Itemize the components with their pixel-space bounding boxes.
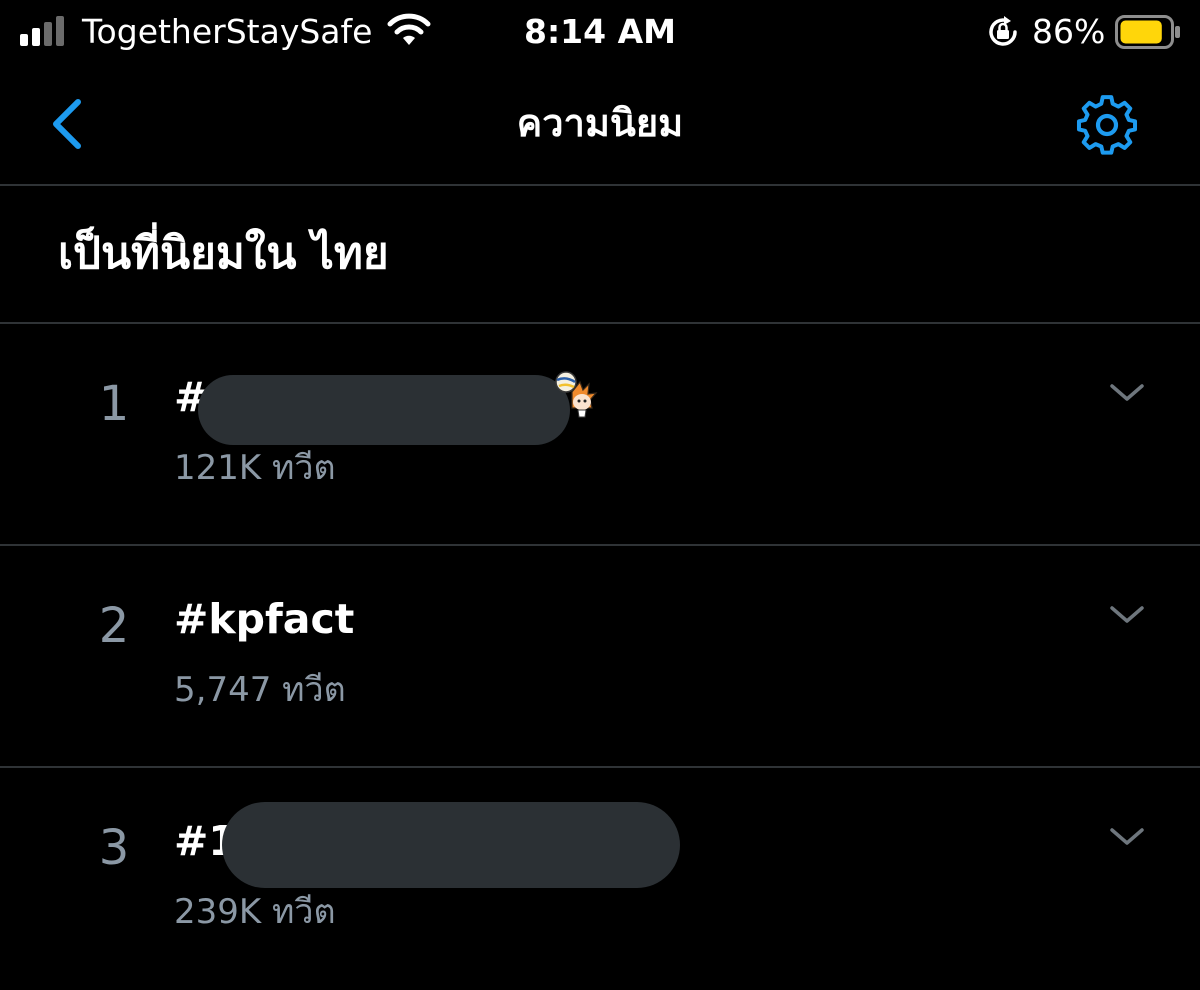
back-button[interactable] [40,94,94,154]
battery-icon [1115,15,1180,49]
section-title: เป็นที่นิยมใน ไทย [58,228,389,279]
trend-name: #kpfact [174,595,355,643]
tweet-count: 239K ทวีต [174,892,336,932]
tweet-count: 5,747 ทวีต [174,670,346,710]
trend-row[interactable]: 2 #kpfact 5,747 ทวีต [0,546,1200,768]
status-time: 8:14 AM [524,12,676,51]
status-bar: TogetherStaySafe 8:14 AM 86% [0,0,1200,64]
trend-rank: 2 [98,598,130,654]
rotation-lock-icon [989,16,1017,46]
volleyball-character-sticker [555,371,598,418]
redaction-block [222,802,680,888]
chevron-down-icon[interactable] [1108,380,1146,404]
carrier-name: TogetherStaySafe [82,12,373,51]
redaction-block [198,375,570,445]
page-title: ความนิยม [516,101,684,145]
chevron-left-icon [53,99,81,149]
nav-bar: ความนิยม [0,64,1200,186]
wifi-icon [387,13,431,45]
trend-row[interactable]: 3 #1 239K ทวีต [0,768,1200,990]
section-header: เป็นที่นิยมใน ไทย [0,188,1200,324]
chevron-down-icon[interactable] [1108,824,1146,848]
trend-rank: 1 [98,376,130,432]
settings-button[interactable] [1072,92,1142,158]
chevron-down-icon[interactable] [1108,602,1146,626]
trend-rank: 3 [98,820,130,876]
tweet-count: 121K ทวีต [174,448,336,488]
battery-percent: 86% [1032,12,1106,51]
gear-icon [1076,95,1138,155]
trend-row[interactable]: 1 # 121K ทวีต [0,324,1200,546]
signal-icon [20,14,70,46]
